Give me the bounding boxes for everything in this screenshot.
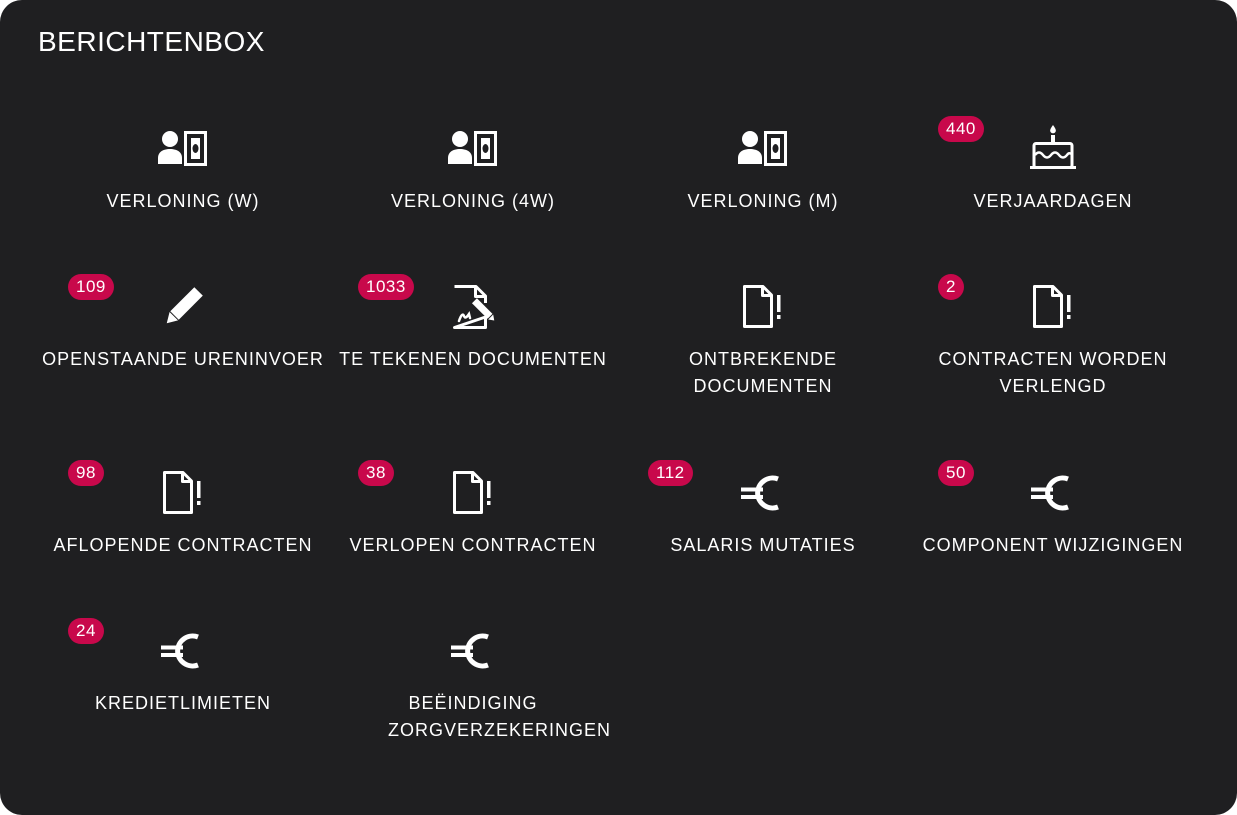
tile-label: VERLONING (M) <box>687 191 839 211</box>
tile-label: BEËINDIGING ZORGVERZEKERINGEN <box>388 693 612 740</box>
tile-badge: 38 <box>358 460 394 486</box>
document-alert-icon <box>158 469 208 517</box>
document-alert-icon <box>1028 283 1078 331</box>
tile-label: VERLOPEN CONTRACTEN <box>349 535 597 555</box>
payroll-person-icon <box>738 125 788 173</box>
tile-label: ONTBREKENDE DOCUMENTEN <box>688 349 838 396</box>
tile-label: CONTRACTEN WORDEN VERLENGD <box>938 349 1168 396</box>
tile-label: OPENSTAANDE URENINVOER <box>42 349 324 369</box>
euro-icon <box>448 627 498 675</box>
tile-label: AFLOPENDE CONTRACTEN <box>53 535 313 555</box>
tile-label: VERLONING (W) <box>106 191 260 211</box>
euro-icon <box>1028 469 1078 517</box>
tile-badge: 440 <box>938 116 984 142</box>
euro-icon <box>158 627 208 675</box>
tile-badge: 24 <box>68 618 104 644</box>
message-box-panel: BERICHTENBOX VERLONING (W) VERLONING (4W <box>0 0 1237 815</box>
tile-badge: 112 <box>648 460 693 486</box>
pencil-icon <box>158 283 208 331</box>
tile-label: KREDIETLIMIETEN <box>94 693 272 713</box>
document-sign-icon <box>448 283 498 331</box>
tile-badge: 2 <box>938 274 964 300</box>
tile-label: VERLONING (4W) <box>390 191 555 211</box>
euro-icon <box>738 469 788 517</box>
tile-badge: 1033 <box>358 274 414 300</box>
document-alert-icon <box>738 283 788 331</box>
tile-label: TE TEKENEN DOCUMENTEN <box>339 349 607 369</box>
tile-badge: 98 <box>68 460 104 486</box>
tile-badge: 109 <box>68 274 114 300</box>
tile-label: COMPONENT WIJZIGINGEN <box>922 535 1184 555</box>
payroll-person-icon <box>448 125 498 173</box>
tile-label: VERJAARDAGEN <box>973 191 1133 211</box>
birthday-cake-icon <box>1028 125 1078 173</box>
tile-label: SALARIS MUTATIES <box>670 535 856 555</box>
tile-badge: 50 <box>938 460 974 486</box>
document-alert-icon <box>448 469 498 517</box>
payroll-person-icon <box>158 125 208 173</box>
panel-title: BERICHTENBOX <box>38 26 265 57</box>
